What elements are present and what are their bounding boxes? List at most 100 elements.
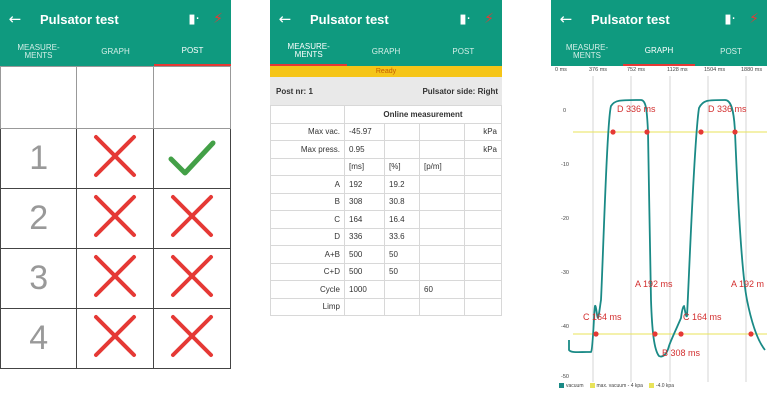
result-cell (76, 248, 155, 309)
column-header-pct: [%] (384, 157, 420, 176)
table-row: C+D 500 50 (270, 262, 502, 281)
table-cell (464, 227, 502, 246)
table-cell (464, 157, 502, 176)
pulsator-side: Pulsator side: Right (422, 86, 498, 96)
tab-post[interactable]: POST (154, 38, 231, 66)
pm-value (419, 262, 465, 281)
bluetooth-device-icon[interactable]: ▮‧ (454, 12, 476, 27)
row-label: C (270, 210, 345, 229)
max-press-value: 0.95 (344, 140, 385, 159)
post-row: 3 (0, 248, 231, 309)
post-number-cell: 3 (0, 248, 78, 309)
result-cell (76, 188, 155, 249)
y-tick-label: -20 (561, 216, 569, 222)
lightning-bolt-icon[interactable]: ⚡ (476, 11, 502, 27)
tab-measurements[interactable]: MEASURE- MENTS (270, 38, 348, 66)
post-number: 3 (29, 259, 49, 297)
ms-value: 1000 (344, 280, 385, 299)
tab-bar: MEASURE- MENTS GRAPH POST (270, 38, 502, 66)
app-bar: ← Pulsator test ▮‧ ⚡ (0, 0, 231, 38)
phase-label: A 192 ms (635, 279, 673, 289)
legend-label: vacuum (566, 383, 584, 389)
phase-label: C 164 ms (683, 312, 722, 322)
bluetooth-device-icon[interactable]: ▮‧ (183, 12, 205, 27)
max-vac-unit: kPa (464, 122, 502, 141)
post-row: 1 (0, 128, 231, 189)
graph-legend: vacuum max. vacuum - 4 kpa -4.0 kpa (559, 383, 674, 389)
post-row: 4 (0, 308, 231, 369)
pm-value (419, 297, 465, 316)
phase-markers (593, 129, 754, 337)
phase-marker (652, 331, 658, 337)
table-row: A+B 500 50 (270, 245, 502, 264)
legend-swatch (648, 383, 654, 389)
back-arrow-icon[interactable]: ← (270, 10, 300, 28)
max-press-label: Max press. (270, 140, 345, 159)
status-banner: Ready (270, 66, 502, 77)
max-press-unit: kPa (464, 140, 502, 159)
post-number: Post nr: 1 (276, 86, 313, 96)
post-number-cell: 2 (0, 188, 78, 249)
fail-cross-icon (94, 135, 137, 177)
y-axis-ticks: 0 -10 -20 -30 -40 -50 (561, 108, 569, 380)
grid-cell (153, 66, 231, 129)
max-vac-label: Max vac. (270, 122, 345, 141)
ms-value (344, 297, 385, 316)
tab-bar: MEASURE- MENTS GRAPH POST (0, 38, 231, 66)
pct-value: 30.8 (384, 192, 420, 211)
measurements-screen: ← Pulsator test ▮‧ ⚡ MEASURE- MENTS GRAP… (270, 0, 502, 394)
pm-value (419, 210, 465, 229)
post-number: 1 (29, 139, 49, 177)
pm-value: 60 (419, 280, 465, 299)
pct-value (384, 280, 420, 299)
pm-value (419, 175, 465, 194)
pct-value: 19.2 (384, 175, 420, 194)
section-title: Online measurement (344, 105, 502, 124)
back-arrow-icon[interactable]: ← (0, 10, 30, 28)
table-cell (270, 157, 345, 176)
legend-item: max. vacuum - 4 kpa (589, 383, 643, 389)
pct-value: 50 (384, 262, 420, 281)
result-cell (153, 248, 231, 309)
table-cell (384, 122, 420, 141)
table-cell (384, 140, 420, 159)
y-tick-label: -10 (561, 162, 569, 168)
table-cell (464, 297, 502, 316)
table-cell (464, 210, 502, 229)
row-label: A (270, 175, 345, 194)
table-row: Limp (270, 297, 502, 316)
table-row: Max press. 0.95 kPa (270, 140, 502, 159)
legend-item: -4.0 kpa (648, 383, 674, 389)
pct-value: 16.4 (384, 210, 420, 229)
table-header-row: [ms] [%] [p/m] (270, 157, 502, 176)
post-row: 2 (0, 188, 231, 249)
ms-value: 164 (344, 210, 385, 229)
tab-graph[interactable]: GRAPH (347, 38, 424, 66)
post-number-cell: 4 (0, 308, 78, 369)
phase-marker (698, 129, 704, 135)
pct-value: 33.6 (384, 227, 420, 246)
grid-cell (0, 66, 78, 129)
table-cell (464, 280, 502, 299)
table-cell (419, 140, 465, 159)
phase-labels: D 336 ms D 336 ms A 192 ms A 192 m C 164… (583, 104, 764, 358)
table-row: A 192 19.2 (270, 175, 502, 194)
post-screen: ← Pulsator test ▮‧ ⚡ MEASURE- MENTS GRAP… (0, 0, 231, 394)
ms-value: 308 (344, 192, 385, 211)
fail-cross-icon (171, 315, 214, 357)
max-vac-value: -45.97 (344, 122, 385, 141)
table-cell (270, 105, 345, 124)
y-tick-label: 0 (563, 108, 566, 114)
tab-post[interactable]: POST (425, 38, 502, 66)
lightning-bolt-icon[interactable]: ⚡ (205, 11, 231, 27)
vacuum-graph[interactable]: 0 -10 -20 -30 -40 -50 D 336 ms D 336 ms … (551, 0, 767, 394)
phase-label: B 308 ms (662, 348, 701, 358)
ms-value: 336 (344, 227, 385, 246)
phase-marker (732, 129, 738, 135)
column-header-pm: [p/m] (419, 157, 465, 176)
phase-label: D 336 ms (708, 104, 747, 114)
tab-graph[interactable]: GRAPH (77, 38, 154, 66)
tab-measurements[interactable]: MEASURE- MENTS (0, 38, 77, 66)
table-cell (419, 122, 465, 141)
pm-value (419, 192, 465, 211)
